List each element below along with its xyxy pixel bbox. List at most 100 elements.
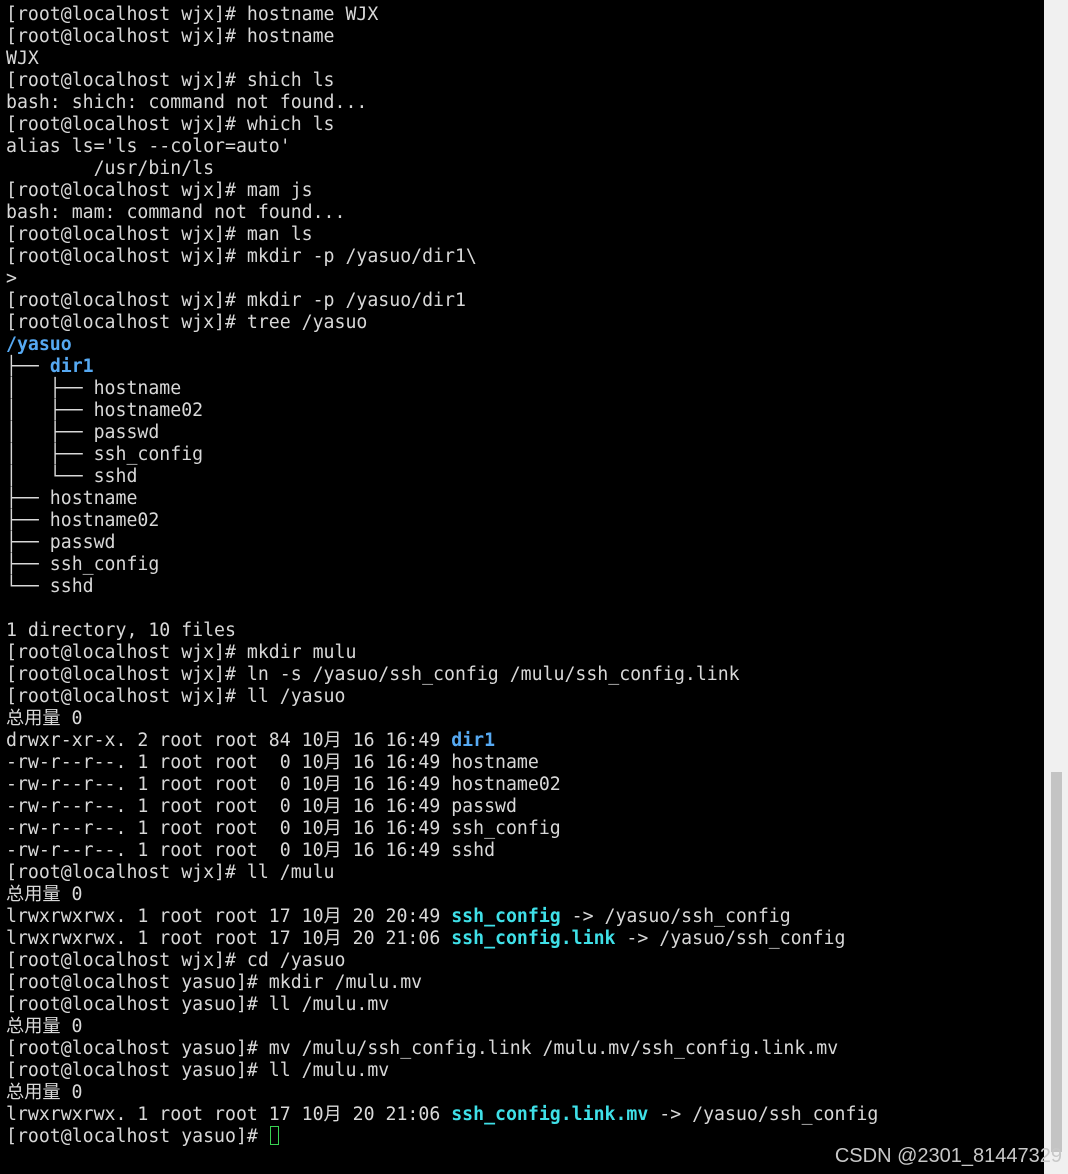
terminal-line: -rw-r--r--. 1 root root 0 10月 16 16:49 s… bbox=[6, 840, 878, 862]
line-text: ├── passwd bbox=[6, 532, 116, 553]
line-text: [root@localhost wjx]# hostname bbox=[6, 26, 335, 47]
terminal-line: 总用量 0 bbox=[6, 708, 878, 730]
terminal-line: > bbox=[6, 268, 878, 290]
terminal-line: /yasuo bbox=[6, 334, 878, 356]
line-text: /usr/bin/ls bbox=[6, 158, 215, 179]
line-text: [root@localhost wjx]# hostname WJX bbox=[6, 4, 379, 25]
line-text: drwxr-xr-x. 2 root root 84 10月 16 16:49 bbox=[6, 730, 452, 751]
line-text: [root@localhost wjx]# mam js bbox=[6, 180, 313, 201]
line-text: -rw-r--r--. 1 root root 0 10月 16 16:49 s… bbox=[6, 818, 561, 839]
terminal-line: │ ├── passwd bbox=[6, 422, 878, 444]
line-text: WJX bbox=[6, 48, 39, 69]
line-text: 总用量 0 bbox=[6, 884, 83, 905]
line-text: [root@localhost wjx]# ll /yasuo bbox=[6, 686, 346, 707]
line-text: [root@localhost wjx]# ll /mulu bbox=[6, 862, 335, 883]
terminal-line: -rw-r--r--. 1 root root 0 10月 16 16:49 s… bbox=[6, 818, 878, 840]
line-text: [root@localhost wjx]# tree /yasuo bbox=[6, 312, 368, 333]
line-text: [root@localhost wjx]# ln -s /yasuo/ssh_c… bbox=[6, 664, 740, 685]
line-text: -> /yasuo/ssh_config bbox=[560, 906, 791, 927]
terminal-line: [root@localhost wjx]# which ls bbox=[6, 114, 878, 136]
terminal-line: drwxr-xr-x. 2 root root 84 10月 16 16:49 … bbox=[6, 730, 878, 752]
directory-name: dir1 bbox=[451, 730, 496, 751]
terminal-line: ├── passwd bbox=[6, 532, 878, 554]
vertical-scrollbar[interactable] bbox=[1044, 0, 1068, 1174]
terminal-window[interactable]: [root@localhost wjx]# hostname WJX [root@… bbox=[0, 0, 1044, 1174]
terminal-output: [root@localhost wjx]# hostname WJX [root@… bbox=[6, 4, 878, 1148]
line-text: [root@localhost yasuo]# mkdir /mulu.mv bbox=[6, 972, 423, 993]
line-text: │ ├── hostname bbox=[6, 378, 182, 399]
line-text: [root@localhost wjx]# mkdir -p /yasuo/di… bbox=[6, 246, 477, 267]
terminal-line: [root@localhost wjx]# ll /mulu bbox=[6, 862, 878, 884]
terminal-line: │ ├── hostname02 bbox=[6, 400, 878, 422]
directory-name: /yasuo bbox=[6, 334, 72, 355]
terminal-line: [root@localhost wjx]# hostname WJX bbox=[6, 4, 878, 26]
line-text: [root@localhost wjx]# mkdir mulu bbox=[6, 642, 357, 663]
terminal-line: ├── ssh_config bbox=[6, 554, 878, 576]
terminal-line: [root@localhost wjx]# man ls bbox=[6, 224, 878, 246]
watermark: CSDN @2301_81447329 bbox=[834, 1145, 1062, 1167]
terminal-line: [root@localhost wjx]# ll /yasuo bbox=[6, 686, 878, 708]
terminal-line: [root@localhost wjx]# ln -s /yasuo/ssh_c… bbox=[6, 664, 878, 686]
terminal-line: ├── dir1 bbox=[6, 356, 878, 378]
terminal-line: lrwxrwxrwx. 1 root root 17 10月 20 20:49 … bbox=[6, 906, 878, 928]
symlink-name: ssh_config.link.mv bbox=[451, 1104, 649, 1125]
terminal-line: [root@localhost wjx]# tree /yasuo bbox=[6, 312, 878, 334]
line-text: 总用量 0 bbox=[6, 1016, 83, 1037]
line-text: alias ls='ls --color=auto' bbox=[6, 136, 291, 157]
line-text: -rw-r--r--. 1 root root 0 10月 16 16:49 s… bbox=[6, 840, 496, 861]
terminal-line: [root@localhost yasuo]# ll /mulu.mv bbox=[6, 1060, 878, 1082]
terminal-line: 总用量 0 bbox=[6, 1082, 878, 1104]
terminal-line: /usr/bin/ls bbox=[6, 158, 878, 180]
terminal-line: [root@localhost wjx]# hostname bbox=[6, 26, 878, 48]
terminal-line: [root@localhost yasuo]# mkdir /mulu.mv bbox=[6, 972, 878, 994]
terminal-line: lrwxrwxrwx. 1 root root 17 10月 20 21:06 … bbox=[6, 928, 878, 950]
line-text: 总用量 0 bbox=[6, 708, 83, 729]
line-text: lrwxrwxrwx. 1 root root 17 10月 20 21:06 bbox=[6, 1104, 452, 1125]
terminal-line: [root@localhost yasuo]# bbox=[6, 1126, 878, 1148]
line-text: [root@localhost wjx]# which ls bbox=[6, 114, 335, 135]
line-text: ├── hostname bbox=[6, 488, 138, 509]
line-text: │ ├── passwd bbox=[6, 422, 160, 443]
terminal-line: │ ├── hostname bbox=[6, 378, 878, 400]
line-text: [root@localhost wjx]# mkdir -p /yasuo/di… bbox=[6, 290, 466, 311]
line-text: [root@localhost yasuo]# mv /mulu/ssh_con… bbox=[6, 1038, 839, 1059]
line-text: └── sshd bbox=[6, 576, 94, 597]
line-text: 1 directory, 10 files bbox=[6, 620, 236, 641]
line-text: -> /yasuo/ssh_config bbox=[648, 1104, 879, 1125]
line-text: [root@localhost wjx]# shich ls bbox=[6, 70, 335, 91]
terminal-line: [root@localhost wjx]# mkdir -p /yasuo/di… bbox=[6, 246, 878, 268]
line-text: [root@localhost yasuo]# bbox=[6, 1126, 269, 1147]
directory-name: dir1 bbox=[49, 356, 94, 377]
terminal-line: 总用量 0 bbox=[6, 884, 878, 906]
terminal-line: alias ls='ls --color=auto' bbox=[6, 136, 878, 158]
terminal-line: lrwxrwxrwx. 1 root root 17 10月 20 21:06 … bbox=[6, 1104, 878, 1126]
line-text: -rw-r--r--. 1 root root 0 10月 16 16:49 p… bbox=[6, 796, 517, 817]
symlink-name: ssh_config.link bbox=[451, 928, 616, 949]
line-text: ├── hostname02 bbox=[6, 510, 160, 531]
line-text: -rw-r--r--. 1 root root 0 10月 16 16:49 h… bbox=[6, 774, 561, 795]
line-text: │ ├── hostname02 bbox=[6, 400, 204, 421]
line-text: lrwxrwxrwx. 1 root root 17 10月 20 20:49 bbox=[6, 906, 452, 927]
terminal-line: [root@localhost wjx]# mkdir -p /yasuo/di… bbox=[6, 290, 878, 312]
line-text: bash: mam: command not found... bbox=[6, 202, 346, 223]
line-text: ├── ssh_config bbox=[6, 554, 160, 575]
line-text: │ └── sshd bbox=[6, 466, 138, 487]
line-text: │ ├── ssh_config bbox=[6, 444, 204, 465]
terminal-line: [root@localhost wjx]# cd /yasuo bbox=[6, 950, 878, 972]
symlink-name: ssh_config bbox=[451, 906, 561, 927]
terminal-line: [root@localhost wjx]# mkdir mulu bbox=[6, 642, 878, 664]
terminal-line: └── sshd bbox=[6, 576, 878, 598]
text-cursor bbox=[269, 1126, 279, 1145]
line-text: [root@localhost wjx]# cd /yasuo bbox=[6, 950, 346, 971]
terminal-line: bash: mam: command not found... bbox=[6, 202, 878, 224]
terminal-line: -rw-r--r--. 1 root root 0 10月 16 16:49 p… bbox=[6, 796, 878, 818]
scrollbar-thumb[interactable] bbox=[1051, 772, 1062, 1152]
line-text: > bbox=[6, 268, 17, 289]
terminal-line: [root@localhost wjx]# shich ls bbox=[6, 70, 878, 92]
line-text: -rw-r--r--. 1 root root 0 10月 16 16:49 h… bbox=[6, 752, 539, 773]
terminal-line: -rw-r--r--. 1 root root 0 10月 16 16:49 h… bbox=[6, 752, 878, 774]
line-text: 总用量 0 bbox=[6, 1082, 83, 1103]
terminal-line: 总用量 0 bbox=[6, 1016, 878, 1038]
terminal-line: ├── hostname02 bbox=[6, 510, 878, 532]
